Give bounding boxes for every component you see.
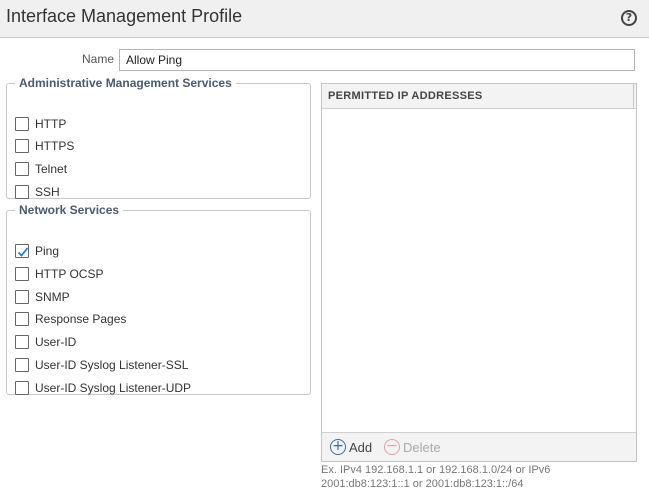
checkbox-label: SSH [35, 185, 60, 199]
checkbox-label: HTTP OCSP [35, 267, 104, 281]
dialog-titlebar: Interface Management Profile ? [0, 0, 649, 38]
checkbox-icon[interactable] [15, 185, 29, 199]
checkmark-icon [17, 247, 29, 257]
checkbox-label: User-ID [35, 335, 77, 349]
name-label: Name [81, 52, 114, 66]
hint-line-2: 2001:db8:123:1::1 or 2001:db8:123:1::/64 [321, 478, 524, 490]
delete-button[interactable]: − Delete [384, 439, 441, 455]
network-services-group: Network Services Ping HTTP OCSP SNMP Res… [6, 203, 311, 395]
checkbox-label: Ping [35, 244, 60, 258]
add-button-label: Add [349, 439, 373, 455]
ip-format-hint: Ex. IPv4 192.168.1.1 or 192.168.1.0/24 o… [321, 463, 621, 491]
plus-circle-icon: + [330, 439, 346, 455]
checkbox-user-id-syslog-ssl[interactable]: User-ID Syslog Listener-SSL [15, 356, 188, 374]
checkbox-icon[interactable] [15, 139, 29, 153]
checkbox-https[interactable]: HTTPS [15, 137, 74, 155]
checkbox-icon[interactable] [15, 381, 29, 395]
checkbox-icon[interactable] [15, 335, 29, 349]
permitted-ip-grid[interactable]: PERMITTED IP ADDRESSES + Add − Delete [321, 83, 637, 462]
checkbox-label: User-ID Syslog Listener-SSL [35, 358, 189, 372]
checkbox-user-id-syslog-udp[interactable]: User-ID Syslog Listener-UDP [15, 379, 191, 397]
checkbox-icon[interactable] [15, 162, 29, 176]
checkbox-icon[interactable] [15, 312, 29, 326]
checkbox-ping[interactable]: Ping [15, 242, 59, 260]
checkbox-icon[interactable] [15, 358, 29, 372]
minus-circle-icon: − [384, 439, 400, 455]
name-input[interactable] [119, 49, 635, 71]
grid-toolbar: + Add − Delete [322, 432, 636, 461]
delete-button-label: Delete [403, 439, 441, 455]
checkbox-label: User-ID Syslog Listener-UDP [35, 381, 192, 395]
checkbox-user-id[interactable]: User-ID [15, 333, 76, 351]
admin-services-legend: Administrative Management Services [19, 76, 232, 90]
hint-line-1: Ex. IPv4 192.168.1.1 or 192.168.1.0/24 o… [321, 464, 551, 476]
checkbox-label: Response Pages [35, 312, 127, 326]
network-services-legend: Network Services [19, 203, 120, 217]
admin-services-group: Administrative Management Services HTTP … [6, 76, 311, 199]
checkbox-icon[interactable] [15, 244, 29, 258]
dialog-title: Interface Management Profile [6, 6, 243, 26]
grid-header: PERMITTED IP ADDRESSES [322, 84, 636, 109]
column-resize-handle[interactable] [633, 84, 634, 108]
checkbox-snmp[interactable]: SNMP [15, 288, 70, 306]
checkbox-label: SNMP [35, 290, 70, 304]
checkbox-response-pages[interactable]: Response Pages [15, 310, 126, 328]
add-button[interactable]: + Add [330, 439, 372, 455]
checkbox-http-ocsp[interactable]: HTTP OCSP [15, 265, 103, 283]
permitted-ip-column-header[interactable]: PERMITTED IP ADDRESSES [328, 90, 483, 102]
checkbox-telnet[interactable]: Telnet [15, 160, 67, 178]
checkbox-http[interactable]: HTTP [15, 115, 66, 133]
checkbox-icon[interactable] [15, 267, 29, 281]
help-icon[interactable]: ? [621, 10, 637, 26]
checkbox-label: HTTP [35, 117, 67, 131]
checkbox-label: Telnet [35, 162, 68, 176]
checkbox-icon[interactable] [15, 117, 29, 131]
checkbox-ssh[interactable]: SSH [15, 183, 60, 201]
checkbox-label: HTTPS [35, 139, 75, 153]
checkbox-icon[interactable] [15, 290, 29, 304]
